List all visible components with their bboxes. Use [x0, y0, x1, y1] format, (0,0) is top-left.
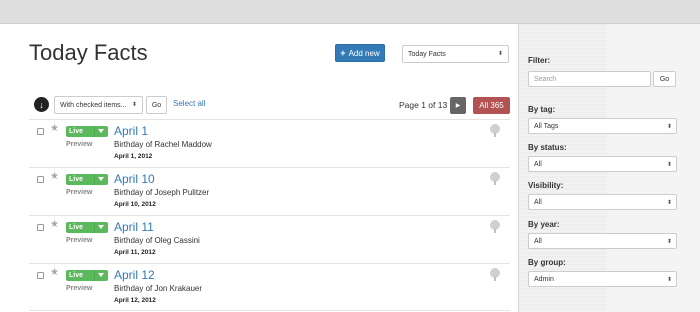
- star-icon[interactable]: ★: [50, 219, 59, 230]
- by-status-label: By status:: [528, 143, 567, 152]
- by-tag-label: By tag:: [528, 105, 556, 114]
- status-dropdown[interactable]: Live: [66, 126, 108, 137]
- item-title-link[interactable]: April 1: [114, 124, 148, 138]
- status-dropdown[interactable]: Live: [66, 174, 108, 185]
- item-date: April 1, 2012: [114, 153, 153, 160]
- preview-link[interactable]: Preview: [66, 189, 92, 196]
- search-input[interactable]: Search: [528, 71, 651, 87]
- visibility-label: Visibility:: [528, 181, 564, 190]
- status-label: Live: [69, 128, 84, 135]
- preview-link[interactable]: Preview: [66, 141, 92, 148]
- select-all-link[interactable]: Select all: [173, 99, 205, 108]
- row-checkbox[interactable]: [37, 272, 44, 279]
- select-caret-icon: ⬍: [131, 102, 137, 108]
- item-description: Birthday of Jon Krakauer: [114, 284, 203, 293]
- status-label: Live: [69, 224, 84, 231]
- chevron-right-icon: ▶: [455, 103, 461, 109]
- status-dropdown[interactable]: Live: [66, 270, 108, 281]
- status-divider: [94, 222, 95, 233]
- section-select-value: Today Facts: [408, 50, 446, 58]
- caret-down-icon: [98, 225, 104, 229]
- row-checkbox[interactable]: [37, 224, 44, 231]
- plus-icon: +: [340, 48, 346, 58]
- list-item: ★ Live Preview April 10 Birthday of Jose…: [29, 167, 510, 215]
- bulk-action-select[interactable]: With checked items... ⬍: [54, 96, 143, 114]
- star-icon[interactable]: ★: [50, 123, 59, 134]
- list-item: ★ Live Preview April 1 Birthday of Rache…: [29, 119, 510, 167]
- status-divider: [94, 270, 95, 281]
- section-select[interactable]: Today Facts ⬍: [402, 45, 509, 63]
- status-divider: [94, 126, 95, 137]
- filter-label: Filter:: [528, 56, 551, 65]
- caret-down-icon: [98, 273, 104, 277]
- list-item: ★ Live Preview April 12 Birthday of Jon …: [29, 263, 510, 311]
- row-checkbox[interactable]: [37, 176, 44, 183]
- top-bar: [0, 0, 700, 24]
- main-content: Today Facts + Add new Today Facts ⬍ ↓ Wi…: [0, 24, 518, 312]
- pager-text: Page 1 of 13: [399, 100, 448, 110]
- item-date: April 11, 2012: [114, 249, 156, 256]
- by-status-value: All: [534, 160, 542, 168]
- select-caret-icon: ⬍: [666, 123, 672, 130]
- row-checkbox[interactable]: [37, 128, 44, 135]
- item-title-link[interactable]: April 11: [114, 220, 154, 234]
- visibility-value: All: [534, 198, 542, 206]
- by-tag-select[interactable]: All Tags ⬍: [528, 118, 677, 134]
- add-new-button[interactable]: + Add new: [335, 44, 385, 62]
- pin-icon[interactable]: [490, 268, 500, 281]
- item-description: Birthday of Rachel Maddow: [114, 140, 212, 149]
- item-title-link[interactable]: April 10: [114, 172, 155, 186]
- bulk-go-button[interactable]: Go: [146, 96, 167, 114]
- status-label: Live: [69, 176, 84, 183]
- item-description: Birthday of Oleg Cassini: [114, 236, 200, 245]
- by-year-label: By year:: [528, 220, 560, 229]
- by-year-value: All: [534, 237, 542, 245]
- facts-list: ★ Live Preview April 1 Birthday of Rache…: [29, 119, 510, 311]
- item-description: Birthday of Joseph Pulitzer: [114, 188, 210, 197]
- select-caret-icon: ⬍: [497, 51, 503, 57]
- next-page-button[interactable]: ▶: [450, 97, 466, 114]
- by-year-select[interactable]: All ⬍: [528, 233, 677, 249]
- select-caret-icon: ⬍: [666, 276, 672, 283]
- search-go-button[interactable]: Go: [653, 71, 676, 87]
- caret-down-icon: [98, 177, 104, 181]
- list-item: ★ Live Preview April 11 Birthday of Oleg…: [29, 215, 510, 263]
- circle-arrow-down-icon[interactable]: ↓: [34, 97, 49, 112]
- item-title-link[interactable]: April 12: [114, 268, 155, 282]
- all-button[interactable]: All 365: [473, 97, 510, 114]
- filter-sidebar: Filter: Search Go By tag: All Tags ⬍ By …: [518, 24, 700, 312]
- bulk-action-select-value: With checked items...: [60, 101, 127, 109]
- select-caret-icon: ⬍: [666, 161, 672, 168]
- status-label: Live: [69, 272, 84, 279]
- status-dropdown[interactable]: Live: [66, 222, 108, 233]
- pin-icon[interactable]: [490, 220, 500, 233]
- page-title: Today Facts: [29, 40, 148, 65]
- by-status-select[interactable]: All ⬍: [528, 156, 677, 172]
- preview-link[interactable]: Preview: [66, 237, 92, 244]
- by-tag-value: All Tags: [534, 122, 559, 130]
- by-group-select[interactable]: Admin ⬍: [528, 271, 677, 287]
- pin-icon[interactable]: [490, 124, 500, 137]
- star-icon[interactable]: ★: [50, 171, 59, 182]
- select-caret-icon: ⬍: [666, 238, 672, 245]
- item-date: April 10, 2012: [114, 201, 156, 208]
- add-new-label: Add new: [348, 48, 380, 58]
- caret-down-icon: [98, 129, 104, 133]
- visibility-select[interactable]: All ⬍: [528, 194, 677, 210]
- select-caret-icon: ⬍: [666, 199, 672, 206]
- preview-link[interactable]: Preview: [66, 285, 92, 292]
- by-group-label: By group:: [528, 258, 566, 267]
- item-date: April 12, 2012: [114, 297, 156, 304]
- by-group-value: Admin: [534, 275, 554, 283]
- pin-icon[interactable]: [490, 172, 500, 185]
- status-divider: [94, 174, 95, 185]
- star-icon[interactable]: ★: [50, 267, 59, 278]
